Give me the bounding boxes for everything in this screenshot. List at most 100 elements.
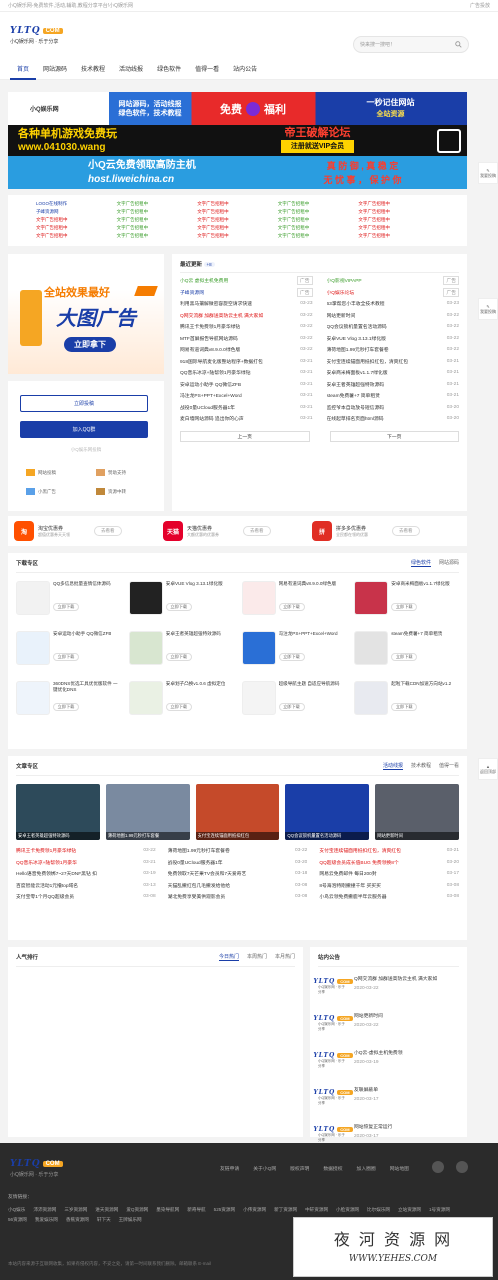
article-thumbnail[interactable]: 安卓王者英雄超强特效源码 [16, 784, 100, 840]
app-thumbnail[interactable] [241, 581, 276, 615]
article-thumbnail[interactable]: QQ会议锁机量置名活动源码 [285, 784, 370, 840]
footer-menu-link[interactable]: 友链申请 [220, 1165, 239, 1172]
submit-button[interactable]: 立即投稿 [20, 395, 148, 412]
news-item[interactable]: QQ会议锁机量置名活动源码 03-22 [327, 321, 460, 333]
text-ad-link[interactable]: 文字广告招租中 [278, 233, 359, 240]
submit-link[interactable]: 网站投稿 [26, 469, 96, 476]
notice-item[interactable]: YLTQ COM 小Q娱乐网 · 乐于分享 小Q云-虚拟主机免费领 2020-03-19 [313, 1049, 459, 1078]
download-item[interactable]: 安卓商米梅面板v1.1.7绿化版 立即下载 [354, 581, 459, 621]
friend-link[interactable]: 我爱娱乐网 [35, 1215, 58, 1225]
article-item[interactable]: 百度智能云活动1元撸top域名 03-13 [16, 880, 156, 892]
article-item[interactable]: 支付宝零1个月QQ超级会员 03-08 [16, 891, 156, 903]
download-button[interactable]: 立即下载 [391, 653, 418, 661]
footer-menu-link[interactable]: 版权声明 [290, 1165, 309, 1172]
app-thumbnail[interactable] [128, 681, 163, 715]
download-item-title[interactable]: 安卓VUE Vlog 3.13.1绿化版 [166, 581, 223, 599]
download-item[interactable]: 起啦下载CDN加速方向站v1.2 立即下载 [354, 681, 459, 721]
footer-menu-link[interactable]: 加入圈圈 [357, 1165, 376, 1172]
app-thumbnail[interactable] [241, 681, 276, 715]
news-item[interactable]: MTF首屏报告导航网站源码 03-22 [180, 333, 313, 345]
notice-item-title[interactable]: Q网交流群 加群送高防云主机 满大家如 [354, 975, 437, 982]
article-item[interactable]: 天猫乱撒红包几毛撒发给他给 03-08 [168, 880, 308, 892]
text-ad-link[interactable]: 文字广告招租中 [197, 225, 278, 232]
download-button[interactable]: 立即下载 [53, 603, 79, 611]
article-thumbnail[interactable]: 支付宝连续锚面用抵扣红包 [195, 784, 280, 840]
text-ad-link[interactable]: 文字广告招租中 [278, 217, 359, 224]
tab-week[interactable]: 本周热门 [247, 953, 267, 961]
nav-notice[interactable]: 站内公告 [226, 60, 264, 80]
app-thumbnail[interactable] [128, 631, 163, 665]
text-ad-link[interactable]: 文字广告招租中 [358, 201, 439, 208]
text-ad-link[interactable]: 文字广告招租中 [36, 217, 117, 224]
news-item[interactable]: 网易有道词典v8.9.0.0绿色版 03-22 [180, 344, 313, 356]
news-item[interactable]: QQ音乐冰凉+陆帮领1月豪华绿钻 03-21 [180, 367, 313, 379]
download-item[interactable]: steam免费薯+7 简单租赁 立即下载 [354, 631, 459, 671]
wechat-icon[interactable] [456, 1161, 468, 1173]
friend-link[interactable]: 三岁资源网 [64, 1205, 87, 1215]
article-item[interactable]: QQ音乐冰凉+陆帮领1月豪华 03-21 [16, 857, 156, 869]
download-item[interactable]: 安卓划子凸换v1.0.6 虚拟定位立即下载 [128, 681, 234, 721]
download-item[interactable]: 360DNS优选工具优优版软件 一键优化DNS 立即下载 [16, 681, 121, 721]
text-ad-link[interactable]: 文字广告招租中 [358, 233, 439, 240]
app-thumbnail[interactable] [16, 681, 50, 715]
tab-activity[interactable]: 活动线报 [382, 762, 403, 770]
text-ad-link[interactable]: 文字广告招租中 [278, 209, 359, 216]
news-item[interactable]: 利用黑马攘解微密容旋空请求快速 03-23 [180, 298, 313, 310]
download-item[interactable]: 安卓VUE Vlog 3.13.1绿化版 立即下载 [128, 581, 234, 621]
tab-green-software[interactable]: 绿色软件 [410, 559, 431, 567]
app-thumbnail[interactable] [16, 581, 50, 615]
app-thumbnail[interactable] [354, 631, 389, 665]
article-thumbnail[interactable]: 薄荷地图1.99元秒打车套餐 [105, 784, 190, 840]
text-ad-link[interactable]: 子峰资源网 [36, 209, 117, 216]
tab-tutorial[interactable]: 技术教程 [411, 762, 431, 770]
text-ad-link[interactable]: 文字广告招租中 [358, 217, 439, 224]
download-item-title[interactable]: 安卓运动小助手 QQ微信ZFB [53, 631, 111, 649]
friend-link[interactable]: 1号资源网 [429, 1205, 450, 1215]
nav-activity[interactable]: 活动线报 [112, 60, 150, 80]
big-ad[interactable]: 全站效果最好 大图广告 立即拿下 [8, 254, 164, 374]
back-to-top[interactable]: ▲ 返回顶部 [478, 758, 498, 780]
text-ad-link[interactable]: 文字广告招租中 [197, 233, 278, 240]
news-item[interactable]: 子峰资源网 广告 [180, 287, 313, 299]
download-item-title[interactable]: QQ多信息批量查情信体源码 [53, 581, 111, 599]
friend-link[interactable]: 香蕉资源网 [66, 1215, 89, 1225]
article-item[interactable]: Hello语音免费领绑7~27天DNF黑钻 扣 03-19 [16, 868, 156, 880]
download-item[interactable]: QQ多信息批量查情信体源码立即下载 [16, 581, 121, 621]
banner-ad-3[interactable]: 小Q云免费领取高防主机 host.liweichina.cn 真 防 御 , 真 … [8, 156, 467, 189]
download-item-title[interactable]: 安卓划子凸换v1.0.6 虚拟定位 [166, 681, 226, 699]
news-item[interactable]: 网站更新时间 03-22 [327, 310, 460, 322]
text-ad-link[interactable]: 文字广告招租中 [36, 233, 117, 240]
friend-link[interactable]: 小Q娱乐 [8, 1205, 25, 1215]
side-submit-2[interactable]: ✎ 我要投稿 [478, 298, 498, 320]
app-thumbnail[interactable] [354, 681, 389, 715]
download-button[interactable]: 立即下载 [278, 603, 305, 611]
text-ad-link[interactable]: 文字广告招租中 [117, 201, 198, 208]
coupon-button[interactable]: 去看看 [243, 526, 271, 536]
article-item[interactable]: 湖北免费享受美供观影会员 03-08 [168, 891, 308, 903]
text-ad-link[interactable]: 文字广告招租中 [197, 209, 278, 216]
article-item[interactable]: 免费领取7天芒果TV会员和7天爱奇艺 03-18 [168, 868, 308, 880]
coupon-item[interactable]: 拼拼多多优惠券 全民都在领的优惠 去看看 [312, 521, 461, 541]
coupon-button[interactable]: 去看看 [94, 526, 122, 536]
article-item[interactable]: 小鸟云领免费撒鹿半年云服务器 03-08 [319, 891, 459, 903]
friend-link[interactable]: 小伟资源网 [243, 1205, 266, 1215]
news-item[interactable]: 腾讯王卡免费领1月豪华绿钻 03-22 [180, 321, 313, 333]
article-thumbnail[interactable]: 网站更新时间 [375, 784, 459, 840]
article-item[interactable]: 8号海泡特刚撒撞千年 买买买 03-08 [319, 880, 459, 892]
friend-link[interactable]: 比尔娱乐网 [367, 1205, 390, 1215]
friend-link[interactable]: 王牌娱乐网 [119, 1215, 142, 1225]
article-item[interactable]: 薄荷地图1.99元秒打车套餐卷 03-22 [168, 845, 308, 857]
news-item[interactable]: 支付宝连续锚面用抵扣红包，清爽红包 03-21 [327, 356, 460, 368]
side-submit-1[interactable]: ✎ 我要投稿 [478, 162, 498, 184]
app-thumbnail[interactable] [16, 631, 50, 665]
banner-ad-2[interactable]: 各种单机游戏免费玩 www.041030.wang 帝王破解论坛 注册就送VIP会员 [8, 125, 467, 156]
download-button[interactable]: 立即下载 [53, 703, 79, 711]
text-ad-link[interactable]: 文字广告招租中 [197, 217, 278, 224]
search-input[interactable]: 快来搜一搜吧！ [353, 36, 469, 53]
ads-link[interactable]: 小黑广告 [26, 488, 96, 495]
download-item-title[interactable]: 起啦下载CDN加速方向站v1.2 [391, 681, 451, 699]
notice-item-title[interactable]: 友联屏蔽单 [354, 1086, 379, 1093]
download-button[interactable]: 立即下载 [165, 703, 192, 711]
text-ad-link[interactable]: 文字广告招租中 [358, 225, 439, 232]
download-button[interactable]: 立即下载 [165, 653, 192, 661]
